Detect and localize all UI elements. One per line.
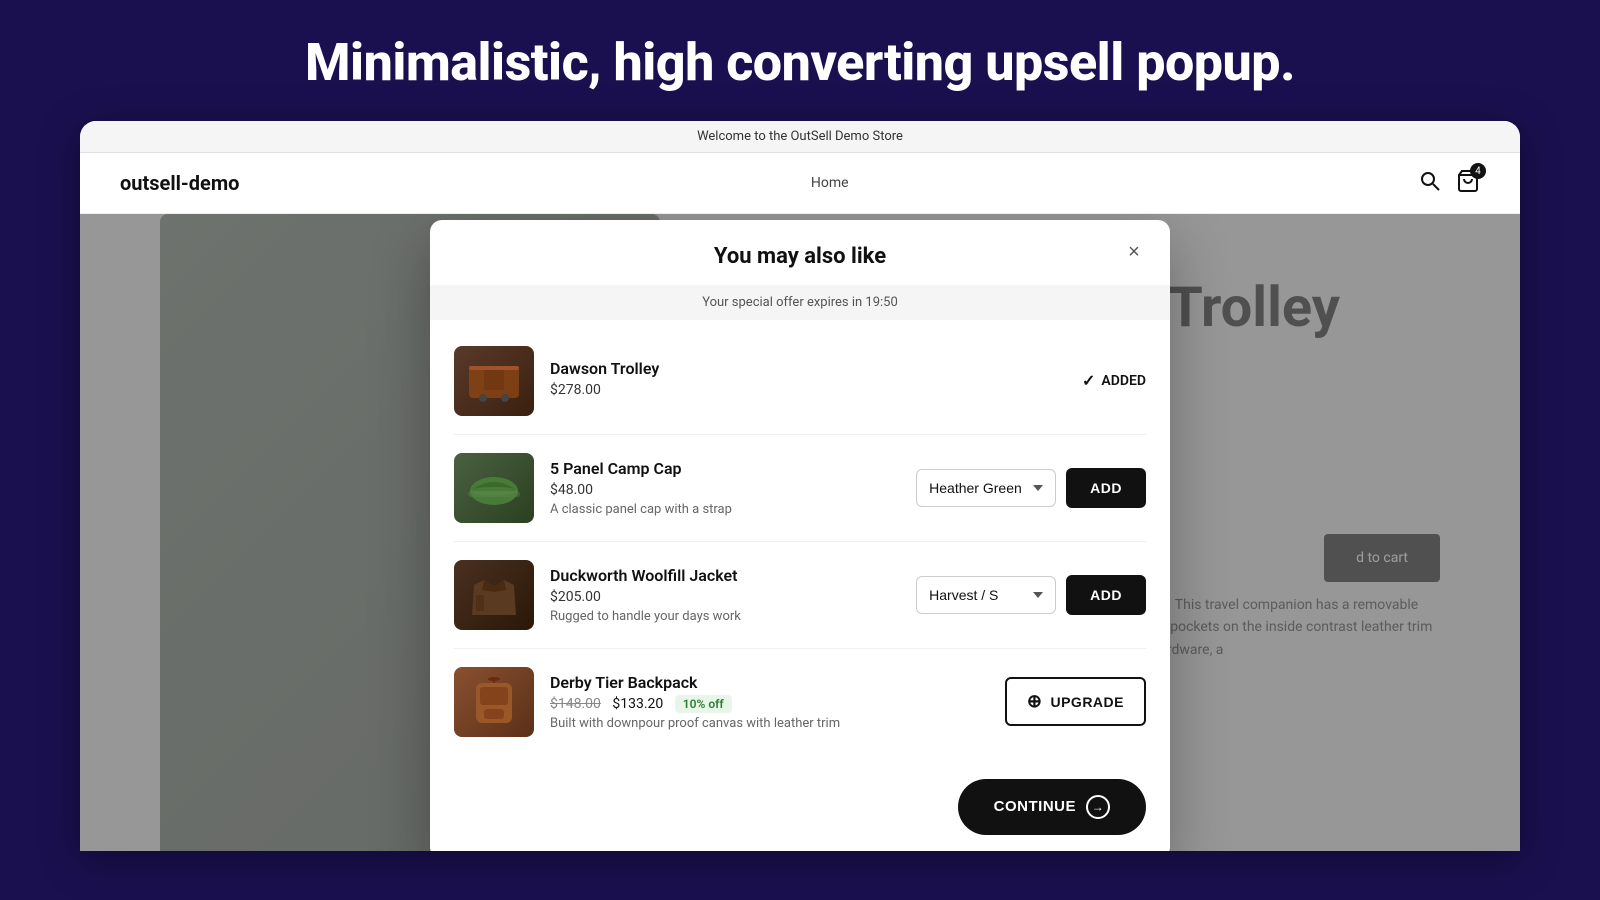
product-desc-camp-cap: A classic panel cap with a strap	[550, 502, 900, 517]
product-price-duckworth-jacket: $205.00	[550, 589, 900, 605]
product-row-dawson-trolley: Dawson Trolley $278.00 ✓ ADDED	[454, 328, 1146, 435]
upsell-modal: You may also like × Your special offer e…	[430, 220, 1170, 852]
store-topbar: Welcome to the OutSell Demo Store	[80, 121, 1520, 153]
sale-price-derby-backpack: $133.20	[612, 696, 663, 712]
check-icon: ✓	[1082, 371, 1095, 390]
offer-timer-text: Your special offer expires in 19:50	[702, 295, 898, 310]
modal-header: You may also like ×	[430, 220, 1170, 285]
product-info-dawson-trolley: Dawson Trolley $278.00	[550, 359, 1066, 402]
original-price-derby-backpack: $148.00	[550, 696, 601, 712]
offer-timer-bar: Your special offer expires in 19:50	[430, 285, 1170, 320]
product-image-dawson-trolley	[454, 346, 534, 416]
modal-title: You may also like	[714, 244, 886, 269]
nav-home[interactable]: Home	[811, 175, 849, 191]
product-info-camp-cap: 5 Panel Camp Cap $48.00 A classic panel …	[550, 459, 900, 517]
discount-badge-derby-backpack: 10% off	[675, 695, 732, 713]
product-image-duckworth-jacket	[454, 560, 534, 630]
add-button-camp-cap[interactable]: ADD	[1066, 468, 1146, 508]
product-info-duckworth-jacket: Duckworth Woolfill Jacket $205.00 Rugged…	[550, 566, 900, 624]
product-price-derby-backpack: $148.00 $133.20 10% off	[550, 696, 989, 712]
upgrade-icon: ⊕	[1027, 691, 1043, 712]
upgrade-label: UPGRADE	[1050, 694, 1124, 710]
store-icons: 4	[1420, 169, 1480, 197]
product-actions-derby-backpack: ⊕ UPGRADE	[1005, 677, 1146, 726]
topbar-text: Welcome to the OutSell Demo Store	[697, 129, 903, 144]
product-row-camp-cap: 5 Panel Camp Cap $48.00 A classic panel …	[454, 435, 1146, 542]
upgrade-button-derby-backpack[interactable]: ⊕ UPGRADE	[1005, 677, 1146, 726]
product-image-derby-backpack	[454, 667, 534, 737]
modal-overlay: You may also like × Your special offer e…	[80, 214, 1520, 851]
cart-icon-wrap[interactable]: 4	[1456, 169, 1480, 197]
search-icon[interactable]	[1420, 171, 1440, 195]
product-desc-derby-backpack: Built with downpour proof canvas with le…	[550, 716, 989, 731]
product-desc-duckworth-jacket: Rugged to handle your days work	[550, 609, 900, 624]
product-name-dawson-trolley: Dawson Trolley	[550, 359, 1066, 378]
product-name-derby-backpack: Derby Tier Backpack	[550, 673, 989, 692]
cart-badge: 4	[1470, 163, 1486, 179]
product-name-camp-cap: 5 Panel Camp Cap	[550, 459, 900, 478]
product-name-duckworth-jacket: Duckworth Woolfill Jacket	[550, 566, 900, 585]
modal-footer: CONTINUE →	[430, 763, 1170, 852]
product-image-camp-cap	[454, 453, 534, 523]
added-status-dawson-trolley: ✓ ADDED	[1082, 371, 1146, 390]
modal-close-button[interactable]: ×	[1118, 236, 1150, 268]
added-label: ADDED	[1101, 373, 1146, 389]
add-button-duckworth-jacket[interactable]: ADD	[1066, 575, 1146, 615]
variant-select-duckworth-jacket[interactable]: Harvest / S Harvest / M Harvest / L	[916, 576, 1056, 614]
store-logo: outsell-demo	[120, 171, 239, 195]
product-actions-duckworth-jacket: Harvest / S Harvest / M Harvest / L ADD	[916, 575, 1146, 615]
browser-frame: Welcome to the OutSell Demo Store outsel…	[80, 121, 1520, 851]
modal-body: Dawson Trolley $278.00 ✓ ADDED	[430, 320, 1170, 763]
store-nav: Home	[811, 175, 849, 191]
store-header: outsell-demo Home 4	[80, 153, 1520, 214]
product-row-derby-backpack: Derby Tier Backpack $148.00 $133.20 10% …	[454, 649, 1146, 755]
page-title: Minimalistic, high converting upsell pop…	[0, 32, 1600, 93]
continue-arrow-icon: →	[1086, 795, 1110, 819]
product-price-dawson-trolley: $278.00	[550, 382, 1066, 398]
product-actions-camp-cap: Heather Green Black Navy ADD	[916, 468, 1146, 508]
store-content: Trolley d to cart ng suitcase. It's both…	[80, 214, 1520, 851]
page-header: Minimalistic, high converting upsell pop…	[0, 0, 1600, 121]
product-price-camp-cap: $48.00	[550, 482, 900, 498]
continue-button[interactable]: CONTINUE →	[958, 779, 1146, 835]
continue-label: CONTINUE	[994, 798, 1076, 815]
product-actions-dawson-trolley: ✓ ADDED	[1082, 371, 1146, 390]
product-row-duckworth-jacket: Duckworth Woolfill Jacket $205.00 Rugged…	[454, 542, 1146, 649]
variant-select-camp-cap[interactable]: Heather Green Black Navy	[916, 469, 1056, 507]
product-info-derby-backpack: Derby Tier Backpack $148.00 $133.20 10% …	[550, 673, 989, 731]
